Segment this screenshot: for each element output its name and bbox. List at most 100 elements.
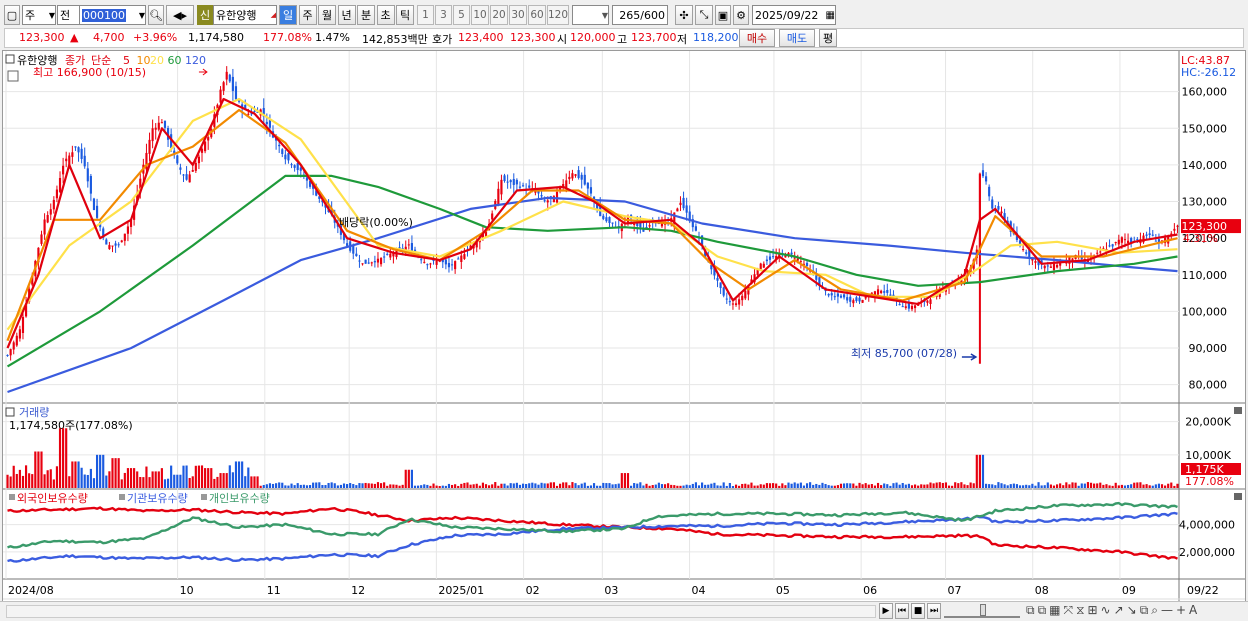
drawing-tool-icon[interactable]: ⤡ <box>695 5 713 25</box>
volume-bar <box>663 484 667 488</box>
date-field[interactable]: 2025/09/22 ▦ <box>752 5 836 25</box>
slider-handle[interactable] <box>980 604 986 616</box>
volume-bar <box>114 458 117 488</box>
buy-button[interactable]: 매수 <box>739 29 775 47</box>
period-button[interactable]: 주 <box>298 5 317 25</box>
interval-button[interactable]: 120 <box>547 5 569 25</box>
volume-bar <box>1108 485 1111 488</box>
scroll-track[interactable] <box>6 605 876 618</box>
period-button[interactable]: 분 <box>357 5 375 25</box>
volume-bar <box>160 468 163 488</box>
volume-bar <box>441 485 444 488</box>
volume-bar <box>1031 483 1034 488</box>
volume-bar <box>599 485 602 488</box>
volume-bar <box>315 482 318 488</box>
volume-bar <box>256 476 259 488</box>
play-icon[interactable]: ▶ <box>879 603 893 619</box>
sell-button[interactable]: 매도 <box>779 29 815 47</box>
period-button[interactable]: 월 <box>318 5 336 25</box>
interval-button[interactable]: 60 <box>528 5 546 25</box>
rewind-icon[interactable]: ⏮ <box>895 603 909 619</box>
volume-bar <box>1123 485 1127 488</box>
candle <box>386 253 389 255</box>
interval-input[interactable]: ▼ <box>572 5 609 25</box>
volume-bar <box>781 483 784 488</box>
candle <box>997 206 1000 210</box>
stock-code-input[interactable]: 000100 ▼ <box>79 5 146 25</box>
volume-bar <box>475 483 478 488</box>
layout-icon[interactable]: ▢ <box>4 5 20 25</box>
volume-bar <box>65 428 68 488</box>
volume-bar <box>1009 484 1012 488</box>
crosshair-icon[interactable]: ✣ <box>675 5 693 25</box>
volume-bar <box>1037 482 1040 488</box>
volume-bar <box>1083 483 1086 488</box>
chart-area: 80,000 90,000 100,000 110,000 120,000 130,000… <box>2 50 1246 602</box>
period-button[interactable]: 틱 <box>396 5 414 25</box>
volume-bar <box>688 485 691 488</box>
chart-tools-icons[interactable]: ⧉⧉▦⤧⧖⊞∿↗↘⧉⌕—+A <box>1026 603 1200 618</box>
zoom-slider[interactable] <box>944 604 1020 618</box>
candle <box>43 219 46 235</box>
volume-bar <box>1105 484 1108 488</box>
interval-button[interactable]: 3 <box>435 5 452 25</box>
interval-button[interactable]: 1 <box>417 5 434 25</box>
candle <box>1000 211 1003 214</box>
x-tick-label: 2024/08 <box>8 584 54 597</box>
volume-bar <box>500 483 503 488</box>
candle <box>725 298 728 300</box>
forward-icon[interactable]: ⏭ <box>927 603 941 619</box>
search-icon[interactable]: 🔍︎ <box>148 5 164 25</box>
volume-bar <box>947 485 951 488</box>
candle <box>284 154 287 160</box>
candle <box>364 259 367 264</box>
candle <box>762 263 765 268</box>
candle <box>981 170 985 177</box>
candle <box>741 295 744 301</box>
volume-bar <box>1136 482 1139 488</box>
interval-button[interactable]: 5 <box>453 5 470 25</box>
high-label: 고 <box>617 33 628 46</box>
type-select[interactable]: 주 ▼ <box>22 5 56 25</box>
x-tick-label: 11 <box>267 584 281 597</box>
volume-bar <box>756 485 759 488</box>
volume-bar <box>518 484 522 488</box>
interval-button[interactable]: 30 <box>509 5 527 25</box>
volume-bar <box>305 485 309 488</box>
volume-bar <box>145 466 148 488</box>
volume-bar <box>633 483 636 488</box>
volume-bar <box>197 465 201 488</box>
volume-y-tick: 20,000K <box>1185 416 1231 429</box>
volume-bar <box>1139 482 1142 488</box>
candle <box>1117 239 1120 245</box>
volume-bar <box>673 485 676 488</box>
volume-bar <box>108 471 111 488</box>
current-price: 123,300 <box>19 31 65 44</box>
volume-bar <box>241 461 244 488</box>
candle <box>765 259 768 262</box>
candle <box>685 205 688 213</box>
volume-bar <box>568 485 571 488</box>
candle <box>410 243 414 251</box>
stop-icon[interactable]: ■ <box>911 603 925 619</box>
volume-bar <box>1173 485 1176 488</box>
count-input[interactable]: 265/600 <box>612 5 668 25</box>
period-button[interactable]: 초 <box>376 5 395 25</box>
bid-price: 123,300 <box>510 31 556 44</box>
save-icon[interactable]: ▣ <box>715 5 731 25</box>
volume-bar <box>630 485 633 488</box>
gear-icon[interactable]: ⚙ <box>733 5 749 25</box>
candle <box>546 200 549 203</box>
average-button[interactable]: 평 <box>819 29 837 47</box>
volume-bar <box>216 476 219 488</box>
holding-legend-item: 개인보유수량 <box>209 492 270 505</box>
prev-next-icon[interactable]: ◀▸ <box>166 5 194 25</box>
corner-mark-icon: ◢ <box>270 11 276 19</box>
stock-name-field[interactable]: 유한양행 ◢ <box>213 5 277 25</box>
volume-bar <box>1126 484 1130 488</box>
period-button[interactable]: 일 <box>279 5 297 25</box>
volume-bar <box>188 477 191 488</box>
interval-button[interactable]: 20 <box>490 5 508 25</box>
interval-button[interactable]: 10 <box>471 5 489 25</box>
period-button[interactable]: 년 <box>337 5 356 25</box>
